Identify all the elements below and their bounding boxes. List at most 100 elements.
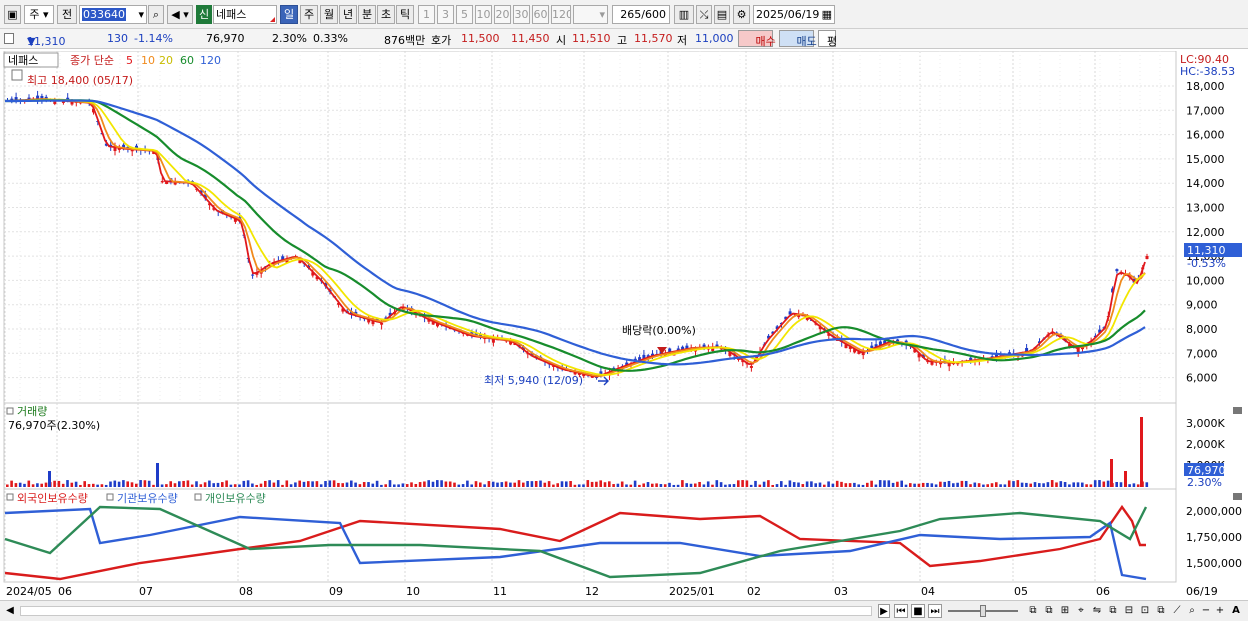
holding-close-icon[interactable] bbox=[1233, 493, 1242, 500]
layout-icon-6[interactable]: ⊡ bbox=[1138, 604, 1152, 618]
stop-icon[interactable]: ■ bbox=[911, 604, 925, 618]
volume-bar bbox=[380, 484, 383, 487]
period-year-tab[interactable]: 년 bbox=[339, 5, 357, 24]
period-minute-tab[interactable]: 분 bbox=[358, 5, 376, 24]
interval-60-button[interactable]: 60 bbox=[532, 5, 549, 24]
zoom-in-icon[interactable]: + bbox=[1214, 604, 1226, 618]
magnify-icon[interactable]: ⌕ bbox=[1186, 604, 1198, 618]
date-tick-label: 06 bbox=[1096, 585, 1110, 598]
interval-10-button[interactable]: 10 bbox=[475, 5, 492, 24]
volume-bar bbox=[143, 480, 147, 487]
interval-30-button[interactable]: 30 bbox=[513, 5, 530, 24]
layout-icon-5[interactable]: ⊟ bbox=[1122, 604, 1136, 618]
count-input[interactable]: 265/600 bbox=[612, 5, 670, 24]
volume-bar bbox=[870, 480, 873, 487]
interval-label: 3 bbox=[442, 8, 449, 21]
volume-collapse-icon[interactable] bbox=[6, 407, 14, 415]
volume-bar bbox=[130, 482, 134, 487]
calendar-icon[interactable]: ▦ bbox=[822, 6, 834, 23]
buy-button[interactable]: 매수 bbox=[738, 30, 776, 48]
eval-button[interactable]: 평 bbox=[818, 30, 837, 48]
volume-bar bbox=[178, 481, 181, 487]
layout-icon-2[interactable]: ⧉ bbox=[1042, 604, 1056, 618]
volume-bar bbox=[878, 480, 882, 487]
holding-tick-label: 1,750,000 bbox=[1186, 531, 1242, 544]
chart-area[interactable]: 네패스 종가 단순 5 10 20 60 120 최고 18,400 (05/1… bbox=[0, 50, 1248, 599]
ruler-icon[interactable]: ⟋ bbox=[1170, 604, 1184, 618]
volume-bar bbox=[139, 480, 142, 487]
zoom-slider-handle[interactable] bbox=[980, 605, 986, 617]
volume-bar bbox=[195, 481, 198, 487]
interval-1-button[interactable]: 1 bbox=[418, 5, 435, 24]
volume-bar bbox=[1063, 482, 1067, 487]
collapse-icon[interactable] bbox=[11, 69, 23, 81]
speaker-icon[interactable]: ◀ ▾ bbox=[167, 5, 193, 24]
layout-icon-3[interactable]: ⊞ bbox=[1058, 604, 1072, 618]
period-day-tab[interactable]: 일 bbox=[280, 5, 298, 24]
interval-20-button[interactable]: 20 bbox=[494, 5, 511, 24]
period-month-tab[interactable]: 월 bbox=[320, 5, 338, 24]
interval-120-button[interactable]: 120 bbox=[551, 5, 571, 24]
volume-bar bbox=[883, 480, 886, 487]
layout-icon-4[interactable]: ⧉ bbox=[1106, 604, 1120, 618]
volume-bar bbox=[1025, 482, 1028, 487]
fast-forward-icon[interactable]: ⏭ bbox=[928, 604, 942, 618]
volume-bar bbox=[569, 481, 572, 487]
volume-bar bbox=[36, 483, 39, 487]
volume-bar bbox=[135, 483, 138, 487]
market-select[interactable]: 주 ▾ bbox=[24, 5, 54, 24]
volume-bar bbox=[990, 483, 994, 487]
layout-icon-1[interactable]: ⧉ bbox=[1026, 604, 1040, 618]
volume-bar bbox=[530, 481, 534, 487]
crosshair-icon[interactable]: ⌖ bbox=[1074, 604, 1088, 618]
volume-bar bbox=[61, 483, 65, 487]
volume-bar bbox=[706, 481, 710, 487]
date-tick-label: 2025/01 bbox=[669, 585, 715, 598]
volume-bar bbox=[23, 483, 26, 487]
volume-bar bbox=[668, 482, 671, 487]
volume-bar bbox=[547, 481, 551, 487]
zoom-out-icon[interactable]: − bbox=[1200, 604, 1212, 618]
date-tick-label: 04 bbox=[921, 585, 935, 598]
stock-code-input[interactable]: 033640 ▾ bbox=[79, 5, 147, 24]
gear-icon[interactable]: ⚙ bbox=[733, 5, 750, 24]
search-icon[interactable]: ⌕ bbox=[148, 5, 164, 24]
sell-button[interactable]: 매도 bbox=[779, 30, 817, 48]
expand-icon[interactable] bbox=[4, 33, 14, 44]
price-tick-label: 17,000 bbox=[1186, 104, 1225, 117]
layout-icon-7[interactable]: ⧉ bbox=[1154, 604, 1168, 618]
scroll-left-icon[interactable]: ◀ bbox=[4, 604, 16, 618]
prev-label: 전 bbox=[61, 8, 73, 21]
date-input[interactable]: 2025/06/19 ▦ bbox=[753, 5, 835, 24]
tool-icon[interactable]: ⤯ bbox=[696, 5, 712, 24]
volume-bar bbox=[629, 484, 633, 487]
volume-bar bbox=[767, 480, 770, 487]
prev-button[interactable]: 전 bbox=[57, 5, 77, 24]
volume-bar bbox=[823, 484, 826, 487]
volume-bar bbox=[358, 484, 362, 487]
volume-close-icon[interactable] bbox=[1233, 407, 1242, 414]
scroll-track[interactable] bbox=[20, 606, 872, 616]
candle-type-icon[interactable]: ▥ bbox=[674, 5, 694, 24]
volume-bar bbox=[612, 484, 615, 487]
volume-bar bbox=[672, 484, 676, 487]
bottom-scrollbar[interactable]: ◀ ▶ ⏮ ■ ⏭ ⧉ ⧉ ⊞ ⌖ ⇋ ⧉ ⊟ ⊡ ⧉ ⟋ ⌕ − + A bbox=[0, 600, 1248, 621]
rewind-icon[interactable]: ⏮ bbox=[894, 604, 908, 618]
period-tick-tab[interactable]: 틱 bbox=[396, 5, 414, 24]
interval-5-button[interactable]: 5 bbox=[456, 5, 473, 24]
holding-collapse-icon[interactable] bbox=[6, 493, 14, 501]
stock-name-field[interactable]: 네패스 bbox=[213, 5, 277, 24]
stock-chart-svg[interactable]: 네패스 종가 단순 5 10 20 60 120 최고 18,400 (05/1… bbox=[0, 50, 1248, 599]
window-menu-icon[interactable]: ▣ bbox=[4, 5, 21, 24]
volume-bar bbox=[784, 484, 787, 487]
period-week-tab[interactable]: 주 bbox=[300, 5, 318, 24]
scroll-right-icon[interactable]: ▶ bbox=[878, 604, 890, 618]
save-icon[interactable]: ▤ bbox=[714, 5, 730, 24]
volume-bar bbox=[324, 481, 327, 487]
text-tool-icon[interactable]: A bbox=[1229, 604, 1243, 618]
compare-icon[interactable]: ⇋ bbox=[1090, 604, 1104, 618]
interval-3-button[interactable]: 3 bbox=[437, 5, 454, 24]
period-second-tab[interactable]: 초 bbox=[377, 5, 395, 24]
volume-bar bbox=[866, 482, 869, 487]
custom-interval-select[interactable]: ▾ bbox=[573, 5, 608, 24]
